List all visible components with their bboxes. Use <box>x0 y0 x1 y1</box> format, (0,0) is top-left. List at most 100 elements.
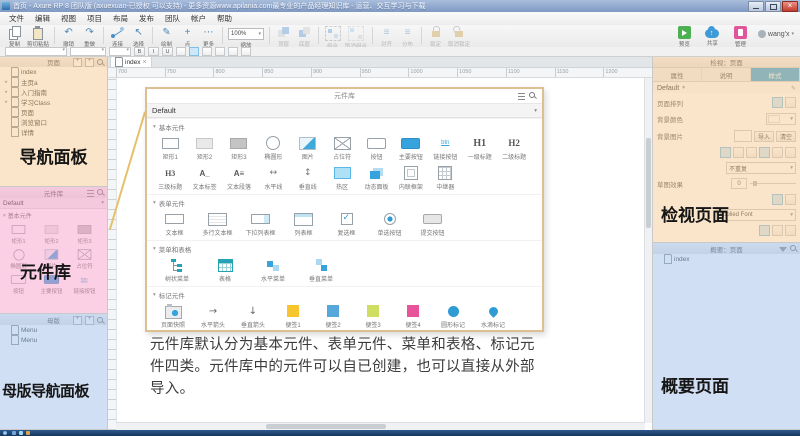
toolbar-zoom-button[interactable]: 100%▾缩放 <box>226 26 266 49</box>
tab-样式[interactable]: 样式 <box>751 68 800 81</box>
canvas[interactable]: 元件库 Default ▾ ▾基本元件矩形1矩形2矩形3椭圆形图片占位符按钮主要… <box>108 78 652 430</box>
search-icon[interactable] <box>97 189 105 197</box>
widget-item[interactable]: 矩形3 <box>68 222 101 247</box>
widget-item[interactable]: btn链接按钮 <box>68 272 101 297</box>
os-taskbar[interactable] <box>0 430 800 436</box>
widget-item[interactable]: 水滴标记 <box>473 302 513 329</box>
page-tree-item[interactable]: index <box>0 67 107 77</box>
toolbar-share-button[interactable]: 共享 <box>702 26 723 47</box>
taskbar-app-icon[interactable] <box>19 431 23 435</box>
img-align-1-button[interactable] <box>720 147 731 158</box>
format-b-button[interactable]: B <box>134 47 145 56</box>
toolbar-back-button[interactable]: 底层 <box>294 26 315 48</box>
widget-item[interactable]: 椭圆形 <box>2 247 35 272</box>
taskbar-app-icon[interactable] <box>26 431 30 435</box>
edit-pencil-icon[interactable]: ✎ <box>791 85 796 92</box>
widget-item[interactable]: 列表框 <box>282 210 325 237</box>
tab-说明[interactable]: 说明 <box>702 68 751 81</box>
page-align-center-button[interactable] <box>785 97 796 108</box>
page-align-left-button[interactable] <box>772 97 783 108</box>
widget-item[interactable]: 便签1 <box>273 302 313 329</box>
menu-item-4[interactable]: 布局 <box>108 12 133 25</box>
menu-item-3[interactable]: 项目 <box>82 12 107 25</box>
add-folder-icon[interactable] <box>73 316 82 325</box>
font-family-select[interactable] <box>5 47 67 56</box>
menu-item-2[interactable]: 视图 <box>56 12 81 25</box>
image-repeat-select[interactable]: 不重复 ▾ <box>726 162 796 174</box>
page-tree-item[interactable]: 浏览窗口 <box>0 117 107 127</box>
zoom-select[interactable]: 100%▾ <box>228 28 264 40</box>
widget-item[interactable]: H1一级标题 <box>463 134 497 161</box>
font-size-select[interactable] <box>109 47 131 56</box>
toolbar-redo-button[interactable]: ↷重做 <box>79 26 100 48</box>
toolbar-lock-button[interactable]: 锁定 <box>425 26 446 48</box>
taskbar-app-icon[interactable] <box>12 431 16 435</box>
widget-item[interactable]: H3三级标题 <box>153 164 187 191</box>
toolbar-paste-button[interactable]: 剪切粘贴 <box>25 26 51 48</box>
format-option-button[interactable] <box>228 47 238 56</box>
widget-item[interactable]: 多行文本框 <box>196 210 239 237</box>
widget-item[interactable]: 按钮 <box>2 272 35 297</box>
format-option-button[interactable] <box>189 47 199 56</box>
section-header[interactable]: ▾标记元件 <box>147 286 542 301</box>
minimize-button[interactable] <box>748 1 764 12</box>
page-tree-item[interactable]: ▸学习Class <box>0 97 107 107</box>
close-button[interactable] <box>782 1 798 12</box>
sketch-font-select[interactable]: Applied Font ▾ <box>716 209 796 221</box>
add-folder-icon[interactable] <box>73 58 82 67</box>
search-icon[interactable] <box>97 59 105 67</box>
widget-item[interactable]: 树状菜单 <box>153 256 201 283</box>
library-select[interactable]: Default ▾ <box>0 198 107 209</box>
add-page-icon[interactable] <box>85 58 94 67</box>
toolbar-undo-button[interactable]: ↶撤销 <box>58 26 79 48</box>
widget-item[interactable]: A_文本标签 <box>187 164 221 191</box>
outline-item[interactable]: index <box>653 254 800 264</box>
tab-close-icon[interactable] <box>143 59 147 66</box>
line-width-3-button[interactable] <box>785 225 796 236</box>
format-option-button[interactable] <box>241 47 251 56</box>
toolbar-publish-button[interactable]: 管理 <box>730 26 751 48</box>
widget-item[interactable]: 下拉列表框 <box>239 210 282 237</box>
widget-item[interactable]: 主要按钮 <box>35 272 68 297</box>
filter-icon[interactable] <box>779 247 787 252</box>
widget-item[interactable]: 单选按钮 <box>368 210 411 237</box>
widget-item[interactable]: 水平菜单 <box>249 256 297 283</box>
toolbar-select-button[interactable]: ↖选择 <box>128 26 149 48</box>
widget-item[interactable]: 页面快照 <box>153 302 193 329</box>
page-tree-item[interactable]: 详情 <box>0 127 107 137</box>
widget-item[interactable]: 矩形2 <box>35 222 68 247</box>
img-align-4-button[interactable] <box>759 147 770 158</box>
menu-item-5[interactable]: 发布 <box>134 12 159 25</box>
line-width-1-button[interactable] <box>759 225 770 236</box>
toolbar-preview-button[interactable]: 预览 <box>674 26 695 48</box>
widget-item[interactable]: 表格 <box>201 256 249 283</box>
widget-item[interactable]: 矩形3 <box>222 134 256 161</box>
search-icon[interactable] <box>97 317 105 325</box>
toolbar-unlock-button[interactable]: 取消锁定 <box>446 26 472 48</box>
page-tree-item[interactable]: 页面 <box>0 107 107 117</box>
widget-item[interactable]: 椭圆形 <box>256 134 290 161</box>
widget-item[interactable]: 提交按钮 <box>411 210 454 237</box>
toolbar-front-button[interactable]: 顶层 <box>273 26 294 48</box>
expander-icon[interactable]: ▸ <box>4 89 9 95</box>
sketch-value-input[interactable]: 0 <box>731 178 747 189</box>
tab-属性[interactable]: 属性 <box>653 68 702 81</box>
widget-item[interactable]: btn链接按钮 <box>428 134 462 161</box>
menu-item-7[interactable]: 帐户 <box>186 12 211 25</box>
widget-item[interactable]: 占位符 <box>325 134 359 161</box>
page-tree-item[interactable]: ▸入门指南 <box>0 87 107 97</box>
line-width-2-button[interactable] <box>772 225 783 236</box>
format-i-button[interactable]: I <box>148 47 159 56</box>
widget-item[interactable]: 便签2 <box>313 302 353 329</box>
format-u-button[interactable]: U <box>162 47 173 56</box>
format-option-button[interactable] <box>176 47 186 56</box>
widget-item[interactable]: 中继器 <box>428 164 462 191</box>
toolbar-point-button[interactable]: +点 <box>177 26 198 48</box>
expander-icon[interactable]: ▸ <box>4 79 9 85</box>
img-align-6-button[interactable] <box>785 147 796 158</box>
widget-item[interactable]: ↕垂直线 <box>291 164 325 191</box>
widget-item[interactable]: A≡文本段落 <box>222 164 256 191</box>
widget-item[interactable]: 文本框 <box>153 210 196 237</box>
widget-item[interactable]: 图片 <box>291 134 325 161</box>
master-tree-item[interactable]: Menu <box>0 335 107 345</box>
